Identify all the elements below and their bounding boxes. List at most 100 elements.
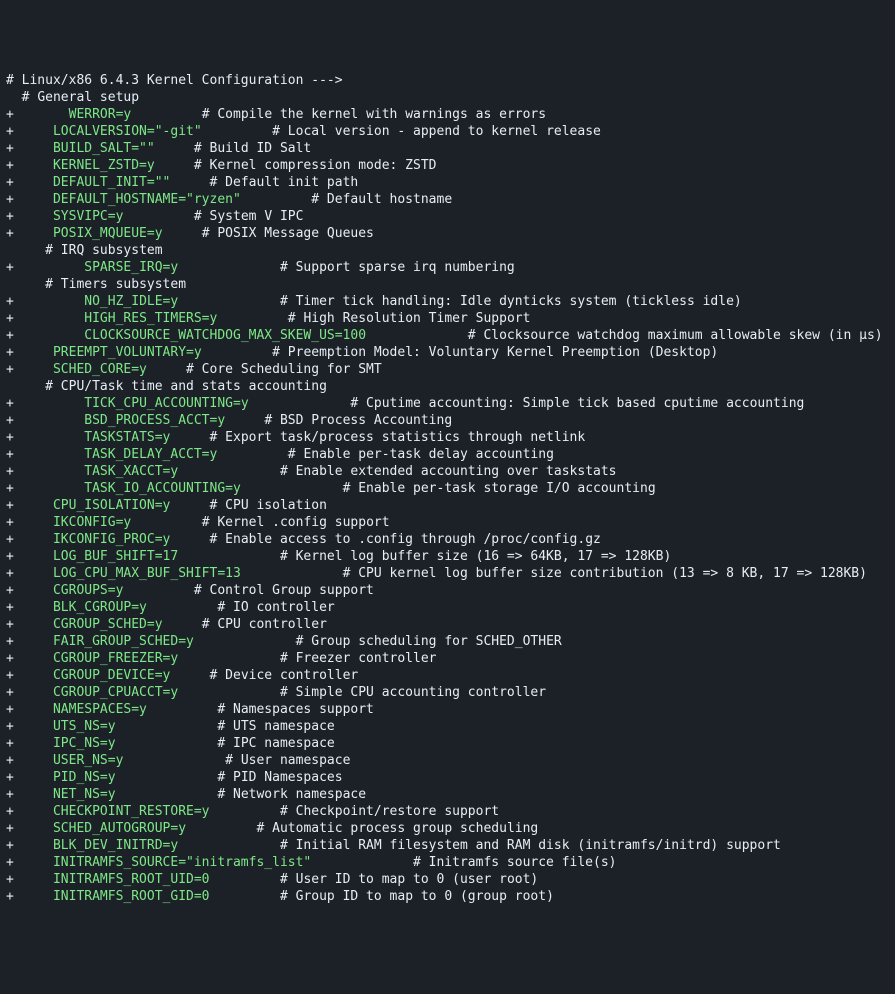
line-prefix: + <box>6 447 14 462</box>
config-line: + TICK_CPU_ACCOUNTING=y # Cputime accoun… <box>6 395 889 412</box>
config-comment: # Control Group support <box>194 583 374 598</box>
config-comment: # Build ID Salt <box>194 141 311 156</box>
line-prefix: + <box>6 124 14 139</box>
line-prefix: + <box>6 804 14 819</box>
config-variable: BLK_DEV_INITRD=y <box>53 838 178 853</box>
config-line: + NET_NS=y # Network namespace <box>6 786 889 803</box>
config-variable: CHECKPOINT_RESTORE=y <box>53 804 210 819</box>
line-prefix: + <box>6 770 14 785</box>
config-variable: CGROUPS=y <box>53 583 123 598</box>
config-comment: # Initramfs source file(s) <box>413 855 617 870</box>
line-prefix: + <box>6 464 14 479</box>
line-prefix: # <box>6 243 61 258</box>
config-line: + FAIR_GROUP_SCHED=y # Group scheduling … <box>6 633 889 650</box>
config-comment: # CPU controller <box>202 617 327 632</box>
line-prefix: + <box>6 634 14 649</box>
config-comment: # Automatic process group scheduling <box>256 821 538 836</box>
config-line: + BLK_CGROUP=y # IO controller <box>6 599 889 616</box>
config-variable: CGROUP_SCHED=y <box>53 617 163 632</box>
config-variable: INITRAMFS_SOURCE="initramfs_list" <box>53 855 311 870</box>
config-variable: DEFAULT_HOSTNAME="ryzen" <box>53 192 241 207</box>
line-prefix: + <box>6 192 14 207</box>
config-comment: # Default hostname <box>311 192 452 207</box>
config-comment: # CPU isolation <box>210 498 327 513</box>
line-prefix: + <box>6 566 14 581</box>
line-prefix: + <box>6 736 14 751</box>
line-prefix: + <box>6 311 14 326</box>
config-variable: USER_NS=y <box>53 753 123 768</box>
config-line: # Timers subsystem <box>6 276 889 293</box>
line-prefix: # <box>6 379 61 394</box>
config-comment: # Network namespace <box>217 787 366 802</box>
config-comment: Timers subsystem <box>61 277 186 292</box>
config-line: + TASK_DELAY_ACCT=y # Enable per-task de… <box>6 446 889 463</box>
config-comment: # Initial RAM filesystem and RAM disk (i… <box>280 838 781 853</box>
config-variable: WERROR=y <box>69 107 132 122</box>
config-line: + IPC_NS=y # IPC namespace <box>6 735 889 752</box>
config-comment: # Group scheduling for SCHED_OTHER <box>296 634 562 649</box>
config-variable: BUILD_SALT="" <box>53 141 155 156</box>
config-comment: # High Resolution Timer Support <box>288 311 531 326</box>
config-line: + PREEMPT_VOLUNTARY=y # Preemption Model… <box>6 344 889 361</box>
config-comment: # Simple CPU accounting controller <box>280 685 546 700</box>
line-prefix: + <box>6 532 14 547</box>
line-prefix: # <box>6 73 22 88</box>
line-prefix: + <box>6 787 14 802</box>
config-comment: # Kernel .config support <box>202 515 390 530</box>
config-comment: # Freezer controller <box>280 651 437 666</box>
line-prefix: + <box>6 107 14 122</box>
config-line: + NO_HZ_IDLE=y # Timer tick handling: Id… <box>6 293 889 310</box>
line-prefix: + <box>6 396 14 411</box>
config-comment: # Export task/process statistics through… <box>210 430 586 445</box>
config-variable: INITRAMFS_ROOT_UID=0 <box>53 872 210 887</box>
config-variable: IKCONFIG_PROC=y <box>53 532 170 547</box>
line-prefix: + <box>6 889 14 904</box>
config-comment: Linux/x86 6.4.3 Kernel Configuration ---… <box>22 73 343 88</box>
config-line: + CHECKPOINT_RESTORE=y # Checkpoint/rest… <box>6 803 889 820</box>
config-comment: General setup <box>37 90 139 105</box>
config-variable: UTS_NS=y <box>53 719 116 734</box>
config-variable: SCHED_AUTOGROUP=y <box>53 821 186 836</box>
line-prefix: + <box>6 685 14 700</box>
config-comment: # System V IPC <box>194 209 304 224</box>
line-prefix: + <box>6 702 14 717</box>
config-line: + TASK_IO_ACCOUNTING=y # Enable per-task… <box>6 480 889 497</box>
config-variable: LOCALVERSION="-git" <box>53 124 202 139</box>
line-prefix: + <box>6 617 14 632</box>
config-comment: # Kernel compression mode: ZSTD <box>194 158 437 173</box>
config-comment: # Enable per-task delay accounting <box>288 447 554 462</box>
config-line: + BSD_PROCESS_ACCT=y # BSD Process Accou… <box>6 412 889 429</box>
config-line: + TASK_XACCT=y # Enable extended account… <box>6 463 889 480</box>
config-line: + PID_NS=y # PID Namespaces <box>6 769 889 786</box>
config-comment: # Compile the kernel with warnings as er… <box>202 107 546 122</box>
config-comment: # Checkpoint/restore support <box>280 804 499 819</box>
config-comment: # Cputime accounting: Simple tick based … <box>350 396 804 411</box>
config-variable: NET_NS=y <box>53 787 116 802</box>
config-comment: # Kernel log buffer size (16 => 64KB, 17… <box>280 549 671 564</box>
config-variable: CPU_ISOLATION=y <box>53 498 170 513</box>
config-line: + DEFAULT_HOSTNAME="ryzen" # Default hos… <box>6 191 889 208</box>
line-prefix: + <box>6 872 14 887</box>
config-comment: # Timer tick handling: Idle dynticks sys… <box>280 294 742 309</box>
line-prefix: + <box>6 413 14 428</box>
line-prefix: + <box>6 549 14 564</box>
config-variable: CGROUP_FREEZER=y <box>53 651 178 666</box>
config-variable: SPARSE_IRQ=y <box>84 260 178 275</box>
config-variable: POSIX_MQUEUE=y <box>53 226 163 241</box>
line-prefix: + <box>6 515 14 530</box>
config-comment: # UTS namespace <box>217 719 334 734</box>
config-line: + CLOCKSOURCE_WATCHDOG_MAX_SKEW_US=100 #… <box>6 327 889 344</box>
config-line: + LOG_BUF_SHIFT=17 # Kernel log buffer s… <box>6 548 889 565</box>
config-line: + INITRAMFS_SOURCE="initramfs_list" # In… <box>6 854 889 871</box>
config-comment: # Default init path <box>210 175 359 190</box>
line-prefix: + <box>6 821 14 836</box>
config-variable: BLK_CGROUP=y <box>53 600 147 615</box>
config-comment: # BSD Process Accounting <box>264 413 452 428</box>
line-prefix: + <box>6 838 14 853</box>
config-comment: # Core Scheduling for SMT <box>186 362 382 377</box>
line-prefix: + <box>6 141 14 156</box>
config-variable: TICK_CPU_ACCOUNTING=y <box>84 396 248 411</box>
config-line: + BLK_DEV_INITRD=y # Initial RAM filesys… <box>6 837 889 854</box>
config-variable: SCHED_CORE=y <box>53 362 147 377</box>
line-prefix: + <box>6 719 14 734</box>
